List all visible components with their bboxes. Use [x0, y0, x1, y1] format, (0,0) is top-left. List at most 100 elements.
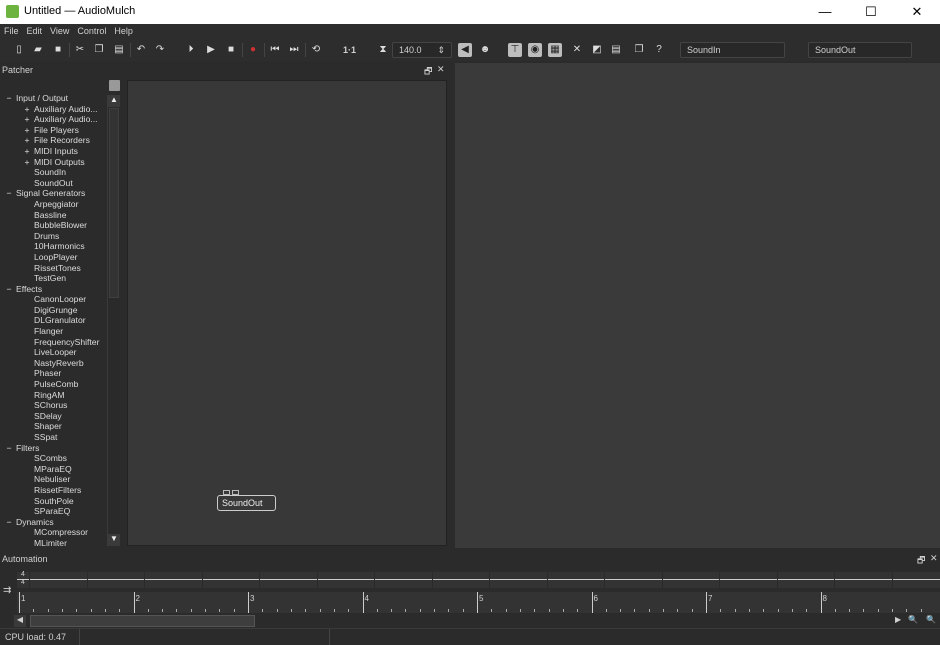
tree-item[interactable]: SParaEQ [0, 506, 107, 517]
tree-item[interactable]: RingAM [0, 390, 107, 401]
tree-item[interactable]: SSpat [0, 432, 107, 443]
patcher-view-icon[interactable]: ⊤ [508, 43, 522, 57]
tree-item[interactable]: MLimiter [0, 538, 107, 546]
tree-item[interactable]: RissetFilters [0, 485, 107, 496]
tree-item[interactable]: TestGen [0, 273, 107, 284]
maximize-button[interactable]: ☐ [848, 0, 894, 24]
undo-icon[interactable]: ↶ [134, 43, 148, 57]
contraption-panel[interactable] [455, 63, 940, 548]
expand-toggle-icon[interactable]: − [4, 188, 14, 199]
scroll-left-icon[interactable]: ◀ [14, 615, 26, 627]
play-from-start-icon[interactable]: ⏵ [184, 43, 198, 57]
tree-scrollbar[interactable]: ▲ ▼ [107, 95, 120, 546]
tree-item[interactable]: PulseComb [0, 379, 107, 390]
menu-view[interactable]: View [46, 24, 73, 36]
expand-toggle-icon[interactable]: + [22, 157, 32, 168]
tree-item[interactable]: SCombs [0, 453, 107, 464]
paste-icon[interactable]: ▤ [112, 43, 126, 57]
menu-control[interactable]: Control [73, 24, 110, 36]
metasurface-icon[interactable]: ✕ [570, 43, 584, 57]
tree-item[interactable]: Arpeggiator [0, 199, 107, 210]
close-button[interactable]: ✕ [894, 0, 940, 24]
minimize-button[interactable]: — [802, 0, 848, 24]
cut-icon[interactable]: ✂ [73, 43, 87, 57]
tree-item[interactable]: DLGranulator [0, 315, 107, 326]
spin-icon[interactable]: ⇕ [437, 45, 445, 56]
tree-item[interactable]: Shaper [0, 421, 107, 432]
tree-item[interactable]: Bassline [0, 210, 107, 221]
metronome-icon[interactable]: ⧗ [376, 43, 390, 57]
tree-item[interactable]: MCompressor [0, 527, 107, 538]
copy-icon[interactable]: ❐ [92, 43, 106, 57]
new-icon[interactable]: ▯ [12, 43, 26, 57]
tree-item[interactable]: − Effects [0, 284, 107, 295]
expand-toggle-icon[interactable]: + [22, 135, 32, 146]
menu-edit[interactable]: Edit [23, 24, 47, 36]
menu-file[interactable]: File [0, 24, 23, 36]
expand-toggle-icon[interactable]: − [4, 284, 14, 295]
timeline-ruler[interactable]: 1 2 3 4 5 6 7 8 [17, 592, 940, 613]
tree-item[interactable]: − Signal Generators [0, 188, 107, 199]
record-icon[interactable]: ● [246, 43, 260, 57]
tree-item[interactable]: Nebuliser [0, 474, 107, 485]
contraption-view-icon[interactable]: ◉ [528, 43, 542, 57]
tree-item[interactable]: − Input / Output [0, 93, 107, 104]
automation-view-icon[interactable]: ▦ [548, 43, 562, 57]
expand-toggle-icon[interactable]: − [4, 93, 14, 104]
scroll-down-icon[interactable]: ▼ [108, 534, 120, 546]
soundout-node[interactable]: SoundOut [217, 490, 276, 511]
speaker-icon[interactable]: ◀ [458, 43, 472, 57]
scroll-up-icon[interactable]: ▲ [108, 95, 120, 107]
tree-item[interactable]: MParaEQ [0, 464, 107, 475]
skip-start-icon[interactable]: ⏮ [268, 43, 282, 57]
tree-item[interactable]: BubbleBlower [0, 220, 107, 231]
zoom-in-icon[interactable]: 🔍 [908, 615, 918, 624]
tree-item[interactable]: Phaser [0, 368, 107, 379]
close-panel-icon[interactable]: ✕ [930, 553, 938, 564]
close-panel-icon[interactable]: ✕ [437, 64, 445, 75]
tree-item[interactable]: LoopPlayer [0, 252, 107, 263]
expand-toggle-icon[interactable]: − [4, 443, 14, 454]
mixer-icon[interactable]: ◩ [590, 43, 604, 57]
tree-item[interactable]: + Auxiliary Audio... [0, 114, 107, 125]
tree-item[interactable]: + MIDI Outputs [0, 157, 107, 168]
tree-item[interactable]: SoundIn [0, 167, 107, 178]
tree-item[interactable]: SDelay [0, 411, 107, 422]
tree-item[interactable]: SoundOut [0, 178, 107, 189]
pin-icon[interactable] [109, 80, 120, 91]
float-icon[interactable]: 🗗 [424, 64, 432, 80]
redo-icon[interactable]: ↷ [153, 43, 167, 57]
tree-item[interactable]: − Filters [0, 443, 107, 454]
expand-toggle-icon[interactable]: + [22, 104, 32, 115]
tempo-field[interactable]: 140.0 ⇕ [392, 42, 452, 58]
tree-item[interactable]: LiveLooper [0, 347, 107, 358]
tree-item[interactable]: + File Players [0, 125, 107, 136]
save-icon[interactable]: ■ [51, 43, 65, 57]
smiley-icon[interactable]: ☻ [478, 43, 492, 57]
tree-item[interactable]: Drums [0, 231, 107, 242]
follow-icon[interactable]: ⇉ [3, 585, 11, 596]
tree-item[interactable]: + File Recorders [0, 135, 107, 146]
open-icon[interactable]: ▰ [31, 43, 45, 57]
scroll-thumb[interactable] [109, 108, 119, 298]
zoom-out-icon[interactable]: 🔍 [926, 615, 936, 624]
tree-item[interactable]: 10Harmonics [0, 241, 107, 252]
tree-item[interactable]: − Dynamics [0, 517, 107, 528]
documents-icon[interactable]: ❐ [632, 43, 646, 57]
expand-toggle-icon[interactable]: − [4, 517, 14, 528]
tree-item[interactable]: RissetTones [0, 263, 107, 274]
expand-toggle-icon[interactable]: + [22, 146, 32, 157]
patcher-canvas[interactable]: SoundOut [127, 80, 447, 546]
properties-icon[interactable]: ▤ [609, 43, 623, 57]
tree-item[interactable]: DigiGrunge [0, 305, 107, 316]
loop-icon[interactable]: ⟲ [309, 43, 323, 57]
tree-item[interactable]: + Auxiliary Audio... [0, 104, 107, 115]
help-icon[interactable]: ? [652, 43, 666, 57]
tree-item[interactable]: CanonLooper [0, 294, 107, 305]
tree-item[interactable]: SChorus [0, 400, 107, 411]
tree-item[interactable]: Flanger [0, 326, 107, 337]
scroll-right-icon[interactable]: ▶ [895, 615, 901, 624]
skip-end-icon[interactable]: ⏭ [287, 43, 301, 57]
menu-help[interactable]: Help [110, 24, 137, 36]
tree-item[interactable]: + MIDI Inputs [0, 146, 107, 157]
